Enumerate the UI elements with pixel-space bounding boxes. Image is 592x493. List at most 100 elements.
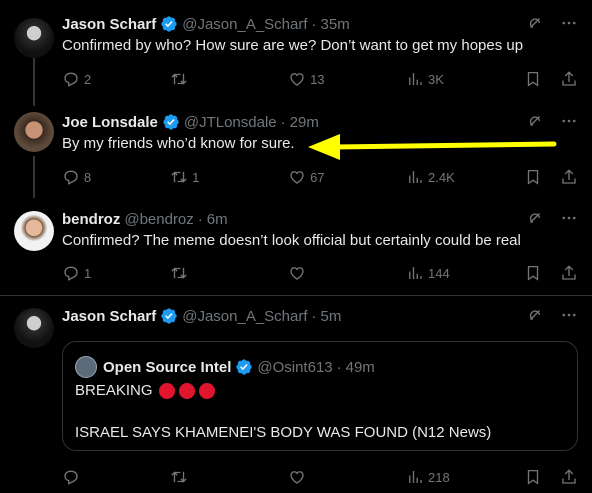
quote-breaking-text: BREAKING [75, 382, 153, 399]
reply-count: 8 [84, 169, 92, 185]
author-handle[interactable]: @Jason_A_Scharf [182, 308, 307, 325]
more-icon[interactable] [560, 112, 578, 130]
grok-icon[interactable] [526, 306, 544, 324]
red-circle-icon [198, 382, 215, 399]
post-actions: 218 [62, 467, 578, 487]
reply-icon [62, 168, 80, 186]
post-jason-1[interactable]: Jason Scharf @Jason_A_Scharf · 35m Confi… [0, 14, 592, 94]
author-name[interactable]: Jason Scharf [62, 308, 156, 325]
like-button[interactable] [288, 468, 406, 486]
views-icon [406, 468, 424, 486]
quoted-post[interactable]: Open Source Intel @Osint613 · 49m BREAKI… [62, 341, 578, 451]
like-count: 13 [310, 71, 325, 87]
author-name[interactable]: Jason Scharf [62, 16, 156, 33]
repost-button[interactable] [170, 468, 288, 486]
more-icon[interactable] [560, 14, 578, 32]
repost-button[interactable] [170, 70, 288, 88]
heart-icon [288, 264, 306, 282]
author-name[interactable]: Joe Lonsdale [62, 114, 158, 131]
post-header: Joe Lonsdale @JTLonsdale · 29m [62, 112, 319, 132]
verified-badge-icon [160, 307, 178, 325]
bookmark-icon[interactable] [524, 468, 542, 486]
reply-icon [62, 468, 80, 486]
quote-body-text: ISRAEL SAYS KHAMENEI'S BODY WAS FOUND (N… [75, 424, 492, 441]
author-name[interactable]: bendroz [62, 211, 120, 228]
post-header: Jason Scharf @Jason_A_Scharf · 5m [62, 306, 341, 326]
red-circle-icon [158, 382, 175, 399]
reply-icon [62, 70, 80, 88]
grok-icon[interactable] [526, 209, 544, 227]
repost-count: 1 [192, 169, 200, 185]
reply-button[interactable]: 1 [62, 264, 170, 282]
views-icon [406, 70, 424, 88]
more-icon[interactable] [560, 306, 578, 324]
quote-time: 49m [345, 358, 375, 376]
red-circle-icon [178, 382, 195, 399]
like-button[interactable]: 13 [288, 70, 406, 88]
avatar[interactable] [14, 112, 54, 152]
separator-dot: · [311, 307, 317, 325]
reply-count: 2 [84, 71, 92, 87]
share-icon[interactable] [560, 264, 578, 282]
post-text: By my friends who’d know for sure. [62, 135, 295, 152]
views-button[interactable]: 218 [406, 468, 524, 486]
repost-icon [170, 70, 188, 88]
repost-icon [170, 264, 188, 282]
post-time[interactable]: 6m [207, 211, 228, 228]
author-handle[interactable]: @bendroz [124, 211, 193, 228]
reply-button[interactable]: 8 [62, 168, 170, 186]
annotation-arrow [308, 134, 557, 160]
share-icon[interactable] [560, 468, 578, 486]
quote-author-name: Open Source Intel [103, 358, 232, 376]
reply-icon [62, 264, 80, 282]
like-button[interactable]: 67 [288, 168, 406, 186]
post-top-icons [526, 209, 578, 227]
reply-button[interactable] [62, 468, 170, 486]
views-button[interactable]: 2.4K [406, 168, 524, 186]
post-text: Confirmed? The meme doesn’t look officia… [62, 232, 521, 249]
post-header: Jason Scharf @Jason_A_Scharf · 35m [62, 14, 350, 34]
post-time[interactable]: 35m [321, 16, 350, 33]
reply-count: 1 [84, 265, 92, 281]
post-top-icons [526, 306, 578, 324]
quote-author-handle: @Osint613 [257, 358, 333, 376]
post-time[interactable]: 5m [321, 308, 342, 325]
reply-button[interactable]: 2 [62, 70, 170, 88]
quote-breaking-line: BREAKING [75, 382, 215, 399]
verified-badge-icon [160, 15, 178, 33]
author-handle[interactable]: @JTLonsdale [184, 114, 277, 131]
share-icon[interactable] [560, 168, 578, 186]
separator-dot: · [311, 15, 317, 33]
bookmark-icon[interactable] [524, 264, 542, 282]
views-icon [406, 168, 424, 186]
bookmark-icon[interactable] [524, 70, 542, 88]
separator-dot: · [336, 358, 342, 376]
post-text: Confirmed by who? How sure are we? Don’t… [62, 37, 524, 54]
repost-button[interactable]: 1 [170, 168, 288, 186]
grok-icon[interactable] [526, 14, 544, 32]
quote-avatar[interactable] [75, 356, 97, 378]
repost-icon [170, 468, 188, 486]
share-icon[interactable] [560, 70, 578, 88]
author-handle[interactable]: @Jason_A_Scharf [182, 16, 307, 33]
verified-badge-icon [162, 113, 180, 131]
more-icon[interactable] [560, 209, 578, 227]
view-count: 218 [428, 469, 450, 485]
post-bendroz[interactable]: bendroz @bendroz · 6m Confirmed? The mem… [0, 209, 592, 289]
repost-button[interactable] [170, 264, 288, 282]
views-button[interactable]: 3K [406, 70, 524, 88]
like-button[interactable] [288, 264, 406, 282]
avatar[interactable] [14, 18, 54, 58]
bookmark-icon[interactable] [524, 168, 542, 186]
quote-header: Open Source Intel @Osint613 · 49m [75, 356, 375, 378]
post-actions: 1 144 [62, 263, 578, 283]
avatar[interactable] [14, 308, 54, 348]
post-top-icons [526, 14, 578, 32]
avatar[interactable] [14, 211, 54, 251]
view-count: 3K [428, 71, 444, 87]
views-icon [406, 264, 424, 282]
like-count: 67 [310, 169, 325, 185]
view-count: 144 [428, 265, 450, 281]
heart-icon [288, 468, 306, 486]
views-button[interactable]: 144 [406, 264, 524, 282]
